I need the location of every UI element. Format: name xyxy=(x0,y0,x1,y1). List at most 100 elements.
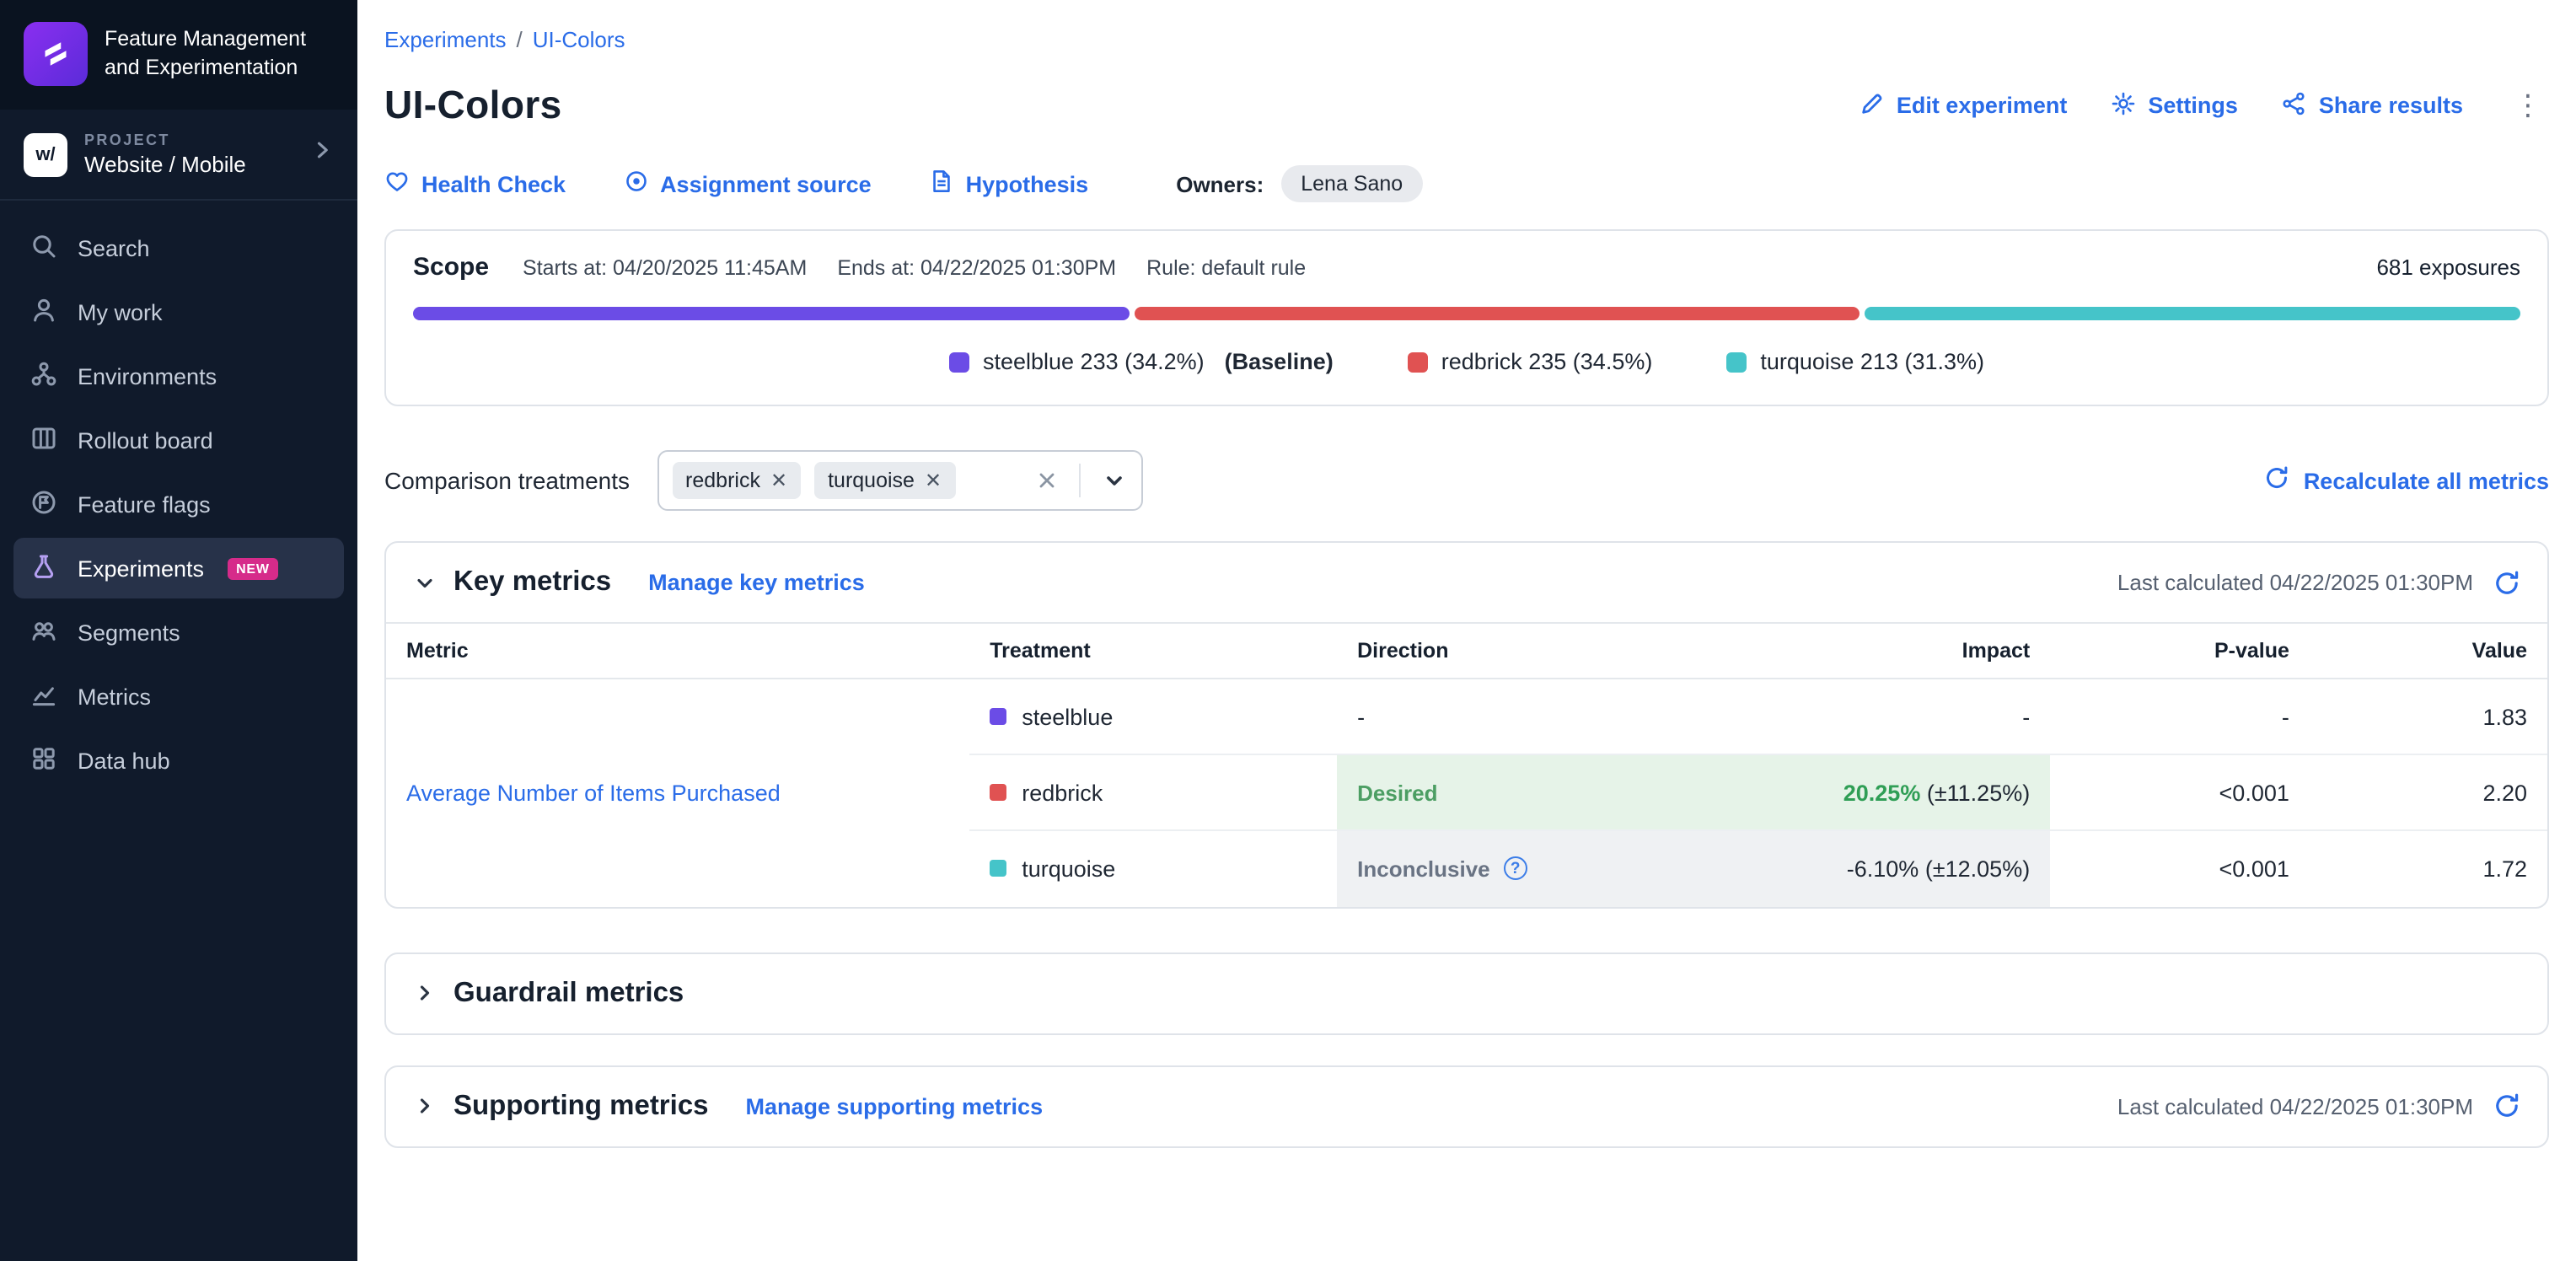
steelblue-swatch xyxy=(949,351,969,372)
project-name: Website / Mobile xyxy=(84,152,293,177)
share-icon xyxy=(2282,90,2307,121)
info-icon[interactable]: ? xyxy=(1504,857,1527,881)
scope-rule: Rule: default rule xyxy=(1146,255,1306,279)
sidebar-item-experiments[interactable]: Experiments NEW xyxy=(13,538,344,598)
sidebar-item-label: Experiments xyxy=(78,555,204,581)
chip-turquoise[interactable]: turquoise ✕ xyxy=(814,462,955,499)
sidebar-item-label: Segments xyxy=(78,620,180,645)
last-calculated-text: Last calculated 04/22/2025 01:30PM xyxy=(2117,1093,2473,1119)
sidebar-item-label: Feature flags xyxy=(78,491,211,517)
hypothesis-link[interactable]: Hypothesis xyxy=(929,169,1089,199)
assignment-source-link[interactable]: Assignment source xyxy=(623,169,872,199)
owners-group: Owners: Lena Sano xyxy=(1176,165,1423,202)
treatment-name: steelblue xyxy=(1022,704,1113,729)
direction-cell-desired: Desired xyxy=(1337,754,1769,830)
impact-cell: -6.10% (±12.05%) xyxy=(1769,830,2050,906)
sidebar-item-segments[interactable]: Segments xyxy=(13,602,344,663)
bar-segment-redbrick xyxy=(1135,307,1859,320)
sidebar-item-label: Rollout board xyxy=(78,427,213,453)
heart-icon xyxy=(384,169,410,199)
sidebar-nav: Search My work Environments Rollout boar… xyxy=(0,201,357,808)
experiment-meta-row: Health Check Assignment source Hypothesi… xyxy=(384,165,2549,202)
baseline-tag: (Baseline) xyxy=(1225,349,1334,374)
share-results-button[interactable]: Share results xyxy=(2282,90,2463,121)
sidebar-item-label: My work xyxy=(78,299,163,325)
col-header-direction: Direction xyxy=(1337,623,1769,679)
project-label: PROJECT xyxy=(84,131,293,148)
experiments-icon xyxy=(30,552,57,584)
page-title: UI-Colors xyxy=(384,83,562,128)
edit-experiment-label: Edit experiment xyxy=(1897,93,2068,118)
value-cell: 1.72 xyxy=(2310,830,2547,906)
supporting-metrics-title: Supporting metrics xyxy=(453,1090,709,1122)
legend-label: redbrick 235 (34.5%) xyxy=(1441,349,1653,374)
expand-chevron-icon[interactable] xyxy=(413,1094,437,1118)
collapse-chevron-icon[interactable] xyxy=(413,571,437,594)
redbrick-dot xyxy=(990,784,1006,801)
assignment-source-label: Assignment source xyxy=(660,171,872,196)
remove-chip-icon[interactable]: ✕ xyxy=(770,470,787,491)
sidebar-item-my-work[interactable]: My work xyxy=(13,282,344,342)
recalculate-all-metrics-button[interactable]: Recalculate all metrics xyxy=(2265,465,2549,496)
sidebar-item-label: Search xyxy=(78,235,150,260)
scope-title: Scope xyxy=(413,253,489,282)
pencil-icon xyxy=(1860,90,1885,121)
clear-all-icon[interactable] xyxy=(1034,469,1058,492)
col-header-value: Value xyxy=(2310,623,2547,679)
edit-experiment-button[interactable]: Edit experiment xyxy=(1860,90,2068,121)
app-title: Feature Management and Experimentation xyxy=(105,25,306,83)
impact-cell: - xyxy=(1769,679,2050,754)
sidebar: Feature Management and Experimentation w… xyxy=(0,0,357,1261)
col-header-metric: Metric xyxy=(386,623,969,679)
more-options-button[interactable]: ⋮ xyxy=(2507,91,2549,120)
project-icon: w/ xyxy=(24,132,67,176)
refresh-icon[interactable] xyxy=(2493,569,2520,596)
legend-item-turquoise: turquoise 213 (31.3%) xyxy=(1726,349,1984,374)
settings-button[interactable]: Settings xyxy=(2111,90,2238,121)
sidebar-item-data-hub[interactable]: Data hub xyxy=(13,730,344,791)
sidebar-item-label: Environments xyxy=(78,363,217,389)
legend-item-redbrick: redbrick 235 (34.5%) xyxy=(1408,349,1653,374)
health-check-link[interactable]: Health Check xyxy=(384,169,566,199)
sidebar-item-label: Data hub xyxy=(78,748,170,773)
chevron-down-icon[interactable] xyxy=(1100,467,1127,494)
breadcrumb-current-link[interactable]: UI-Colors xyxy=(533,27,625,52)
supporting-metrics-card: Supporting metrics Manage supporting met… xyxy=(384,1065,2549,1147)
manage-supporting-metrics-link[interactable]: Manage supporting metrics xyxy=(746,1093,1044,1119)
sidebar-item-environments[interactable]: Environments xyxy=(13,346,344,406)
redbrick-swatch xyxy=(1408,351,1428,372)
guardrail-metrics-title: Guardrail metrics xyxy=(453,977,684,1009)
sidebar-item-search[interactable]: Search xyxy=(13,217,344,278)
sidebar-item-feature-flags[interactable]: Feature flags xyxy=(13,474,344,534)
user-icon xyxy=(30,296,57,328)
refresh-icon xyxy=(2265,465,2290,496)
key-metrics-card: Key metrics Manage key metrics Last calc… xyxy=(384,541,2549,908)
exposures-count: 681 exposures xyxy=(2376,255,2520,280)
steelblue-dot xyxy=(990,708,1006,725)
impact-cell: 20.25% (±11.25%) xyxy=(1769,754,2050,830)
treatments-multiselect[interactable]: redbrick ✕ turquoise ✕ xyxy=(657,450,1142,511)
breadcrumb-separator: / xyxy=(517,27,523,52)
chevron-right-icon xyxy=(310,138,334,170)
chip-redbrick[interactable]: redbrick ✕ xyxy=(672,462,801,499)
owner-pill[interactable]: Lena Sano xyxy=(1280,165,1423,202)
select-divider xyxy=(1078,464,1080,497)
project-switcher[interactable]: w/ PROJECT Website / Mobile xyxy=(0,110,357,201)
expand-chevron-icon[interactable] xyxy=(413,981,437,1005)
breadcrumb-experiments-link[interactable]: Experiments xyxy=(384,27,507,52)
manage-key-metrics-link[interactable]: Manage key metrics xyxy=(648,570,865,595)
document-icon xyxy=(929,169,954,199)
bar-segment-steelblue xyxy=(413,307,1130,320)
app-logo-block[interactable]: Feature Management and Experimentation xyxy=(0,0,357,110)
target-icon xyxy=(623,169,648,199)
pvalue-cell: - xyxy=(2050,679,2310,754)
last-calculated-text: Last calculated 04/22/2025 01:30PM xyxy=(2117,570,2473,595)
sidebar-item-rollout-board[interactable]: Rollout board xyxy=(13,410,344,470)
flag-icon xyxy=(30,488,57,520)
refresh-icon[interactable] xyxy=(2493,1092,2520,1119)
metric-name-link[interactable]: Average Number of Items Purchased xyxy=(406,781,781,806)
remove-chip-icon[interactable]: ✕ xyxy=(925,470,942,491)
scope-starts: Starts at: 04/20/2025 11:45AM xyxy=(523,255,807,279)
owners-label: Owners: xyxy=(1176,171,1264,196)
sidebar-item-metrics[interactable]: Metrics xyxy=(13,666,344,727)
